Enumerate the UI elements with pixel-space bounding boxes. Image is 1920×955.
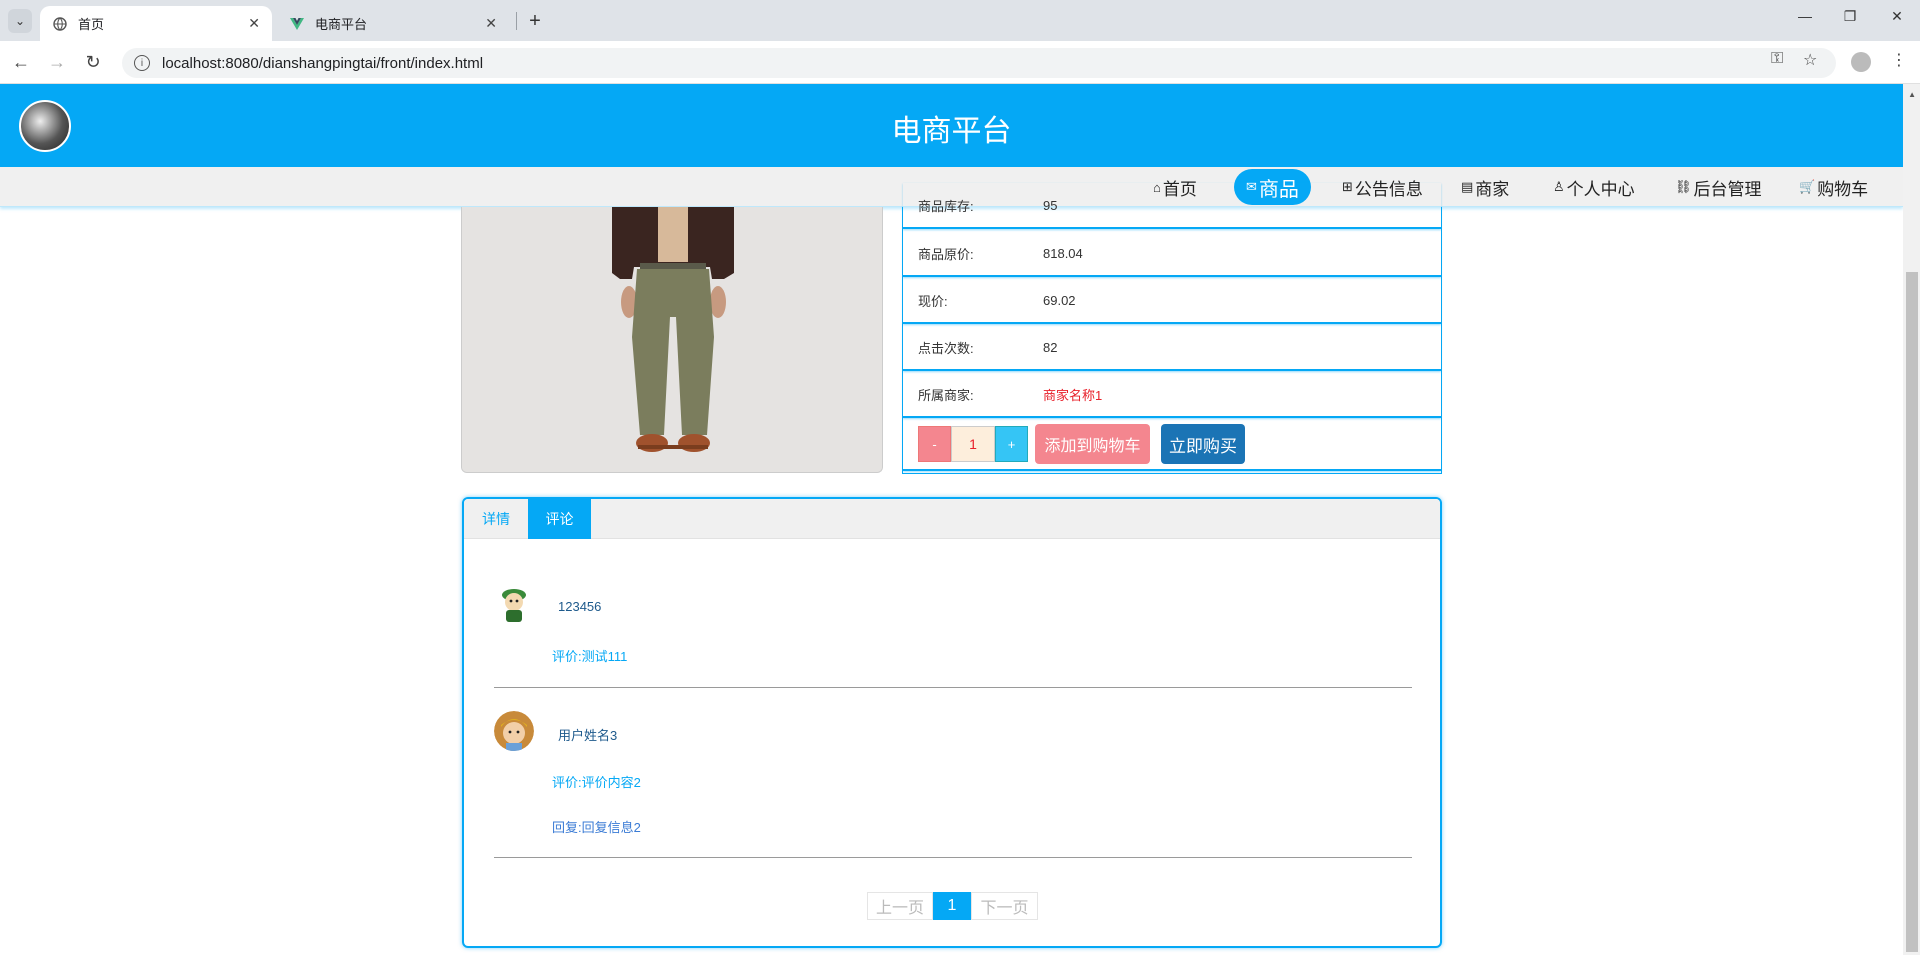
info-label: 点击次数: — [918, 340, 974, 356]
url-input[interactable]: i localhost:8080/dianshangpingtai/front/… — [122, 48, 1836, 78]
info-label: 现价: — [918, 293, 948, 309]
browser-tab-home[interactable]: 首页 ✕ — [40, 6, 272, 41]
reply-text: 回复:回复信息2 — [552, 820, 641, 835]
address-bar: ← → ↻ i localhost:8080/dianshangpingtai/… — [0, 41, 1920, 84]
globe-icon — [52, 16, 68, 32]
close-window-button[interactable]: ✕ — [1882, 8, 1912, 25]
tab-details[interactable]: 详情 — [464, 499, 528, 539]
new-tab-button[interactable]: + — [522, 8, 548, 34]
info-value: 95 — [1043, 197, 1058, 213]
user-icon: ♙ — [1553, 179, 1565, 194]
nav-item-profile[interactable]: ♙ 个人中心 — [1553, 167, 1635, 207]
info-value: 82 — [1043, 339, 1058, 355]
password-key-icon[interactable]: ⚿ — [1771, 50, 1783, 68]
nav-item-merchants[interactable]: ▤ 商家 — [1461, 167, 1509, 207]
browser-tab-title: 电商平台 — [315, 17, 368, 32]
close-tab-icon[interactable]: ✕ — [485, 15, 497, 32]
info-label: 商品库存: — [918, 198, 974, 214]
add-to-cart-button[interactable]: 添加到购物车 — [1035, 424, 1150, 464]
info-value: 818.04 — [1043, 245, 1083, 261]
product-image — [461, 207, 883, 473]
back-icon[interactable]: ← — [9, 52, 33, 73]
prev-page-button[interactable]: 上一页 — [867, 892, 933, 920]
commenter-avatar — [494, 585, 534, 625]
info-label: 商品原价: — [918, 246, 974, 262]
quantity-input[interactable]: 1 — [951, 426, 995, 462]
site-title: 电商平台 — [891, 115, 1012, 148]
nav-item-admin[interactable]: ⛓ 后台管理 — [1675, 167, 1762, 207]
quantity-decrease-button[interactable]: - — [918, 426, 951, 462]
tab-search-button[interactable]: ⌄ — [8, 9, 32, 33]
tab-comments[interactable]: 评论 — [528, 499, 591, 539]
more-menu-icon[interactable]: ⋮ — [1891, 50, 1907, 70]
product-info-table: 商品库存: 95 商品原价: 818.04 现价: 69.02 点击次数: 82… — [902, 198, 1442, 474]
comment-divider — [494, 687, 1412, 688]
minimize-button[interactable]: — — [1790, 8, 1820, 24]
scrollbar-thumb[interactable] — [1906, 272, 1918, 952]
tab-divider — [516, 12, 517, 30]
commenter-name: 123456 — [558, 599, 602, 614]
site-info-icon[interactable]: i — [134, 55, 150, 71]
page-viewport: 电商平台 ⌂ 首页 ✉ 商品 ⊞ 公告信息 ▤ 商家 ♙ 个人中心 ⛓ 后台管理 🛒 购物车 — [0, 84, 1920, 955]
browser-tab-site[interactable]: 电商平台 ✕ — [277, 6, 509, 41]
link-icon: ⛓ — [1675, 179, 1692, 194]
browser-tab-bar: ⌄ 首页 ✕ 电商平台 ✕ + — ❐ ✕ — [0, 0, 1920, 41]
reload-icon[interactable]: ↻ — [81, 52, 105, 73]
vue-logo-icon — [289, 16, 305, 32]
purchase-row: - 1 + 添加到购物车 立即购买 — [903, 419, 1441, 471]
comment-text: 评价:评价内容2 — [552, 775, 641, 790]
quantity-increase-button[interactable]: + — [995, 426, 1028, 462]
browser-tab-title: 首页 — [78, 17, 105, 32]
panel-tab-bar: 详情 评论 — [464, 499, 1440, 539]
bookmark-star-icon[interactable]: ☆ — [1803, 50, 1817, 70]
info-row-price: 现价: 69.02 — [903, 278, 1441, 324]
forward-icon[interactable]: → — [45, 52, 69, 73]
url-text: localhost:8080/dianshangpingtai/front/in… — [162, 54, 484, 72]
restore-button[interactable]: ❐ — [1835, 8, 1865, 25]
info-value: 69.02 — [1043, 292, 1076, 308]
scroll-up-arrow-icon[interactable]: ▲ — [1908, 90, 1916, 99]
profile-avatar-icon[interactable] — [1851, 52, 1871, 72]
info-label: 所属商家: — [918, 387, 974, 403]
cart-icon: 🛒 — [1799, 179, 1816, 194]
info-row-clicks: 点击次数: 82 — [903, 325, 1441, 371]
commenter-name: 用户姓名3 — [558, 728, 618, 743]
info-row-merchant: 所属商家: 商家名称1 — [903, 372, 1441, 418]
nav-item-cart[interactable]: 🛒 购物车 — [1799, 167, 1868, 207]
comment-divider — [494, 857, 1412, 858]
close-tab-icon[interactable]: ✕ — [248, 15, 260, 32]
merchant-link[interactable]: 商家名称1 — [1043, 385, 1102, 404]
comment-text: 评价:测试111 — [552, 649, 628, 664]
info-row-original-price: 商品原价: 818.04 — [903, 231, 1441, 277]
site-header: 电商平台 — [0, 84, 1903, 167]
commenter-avatar — [494, 711, 534, 751]
info-row-stock: 商品库存: 95 — [903, 183, 1441, 229]
page-1-button[interactable]: 1 — [933, 892, 971, 920]
next-page-button[interactable]: 下一页 — [971, 892, 1038, 920]
buy-now-button[interactable]: 立即购买 — [1161, 424, 1245, 464]
detail-comment-panel: 详情 评论 123456 评价:测试111 用户姓名3 评价:评价内容2 回复:… — [462, 497, 1442, 948]
calendar-icon: ▤ — [1461, 179, 1474, 194]
